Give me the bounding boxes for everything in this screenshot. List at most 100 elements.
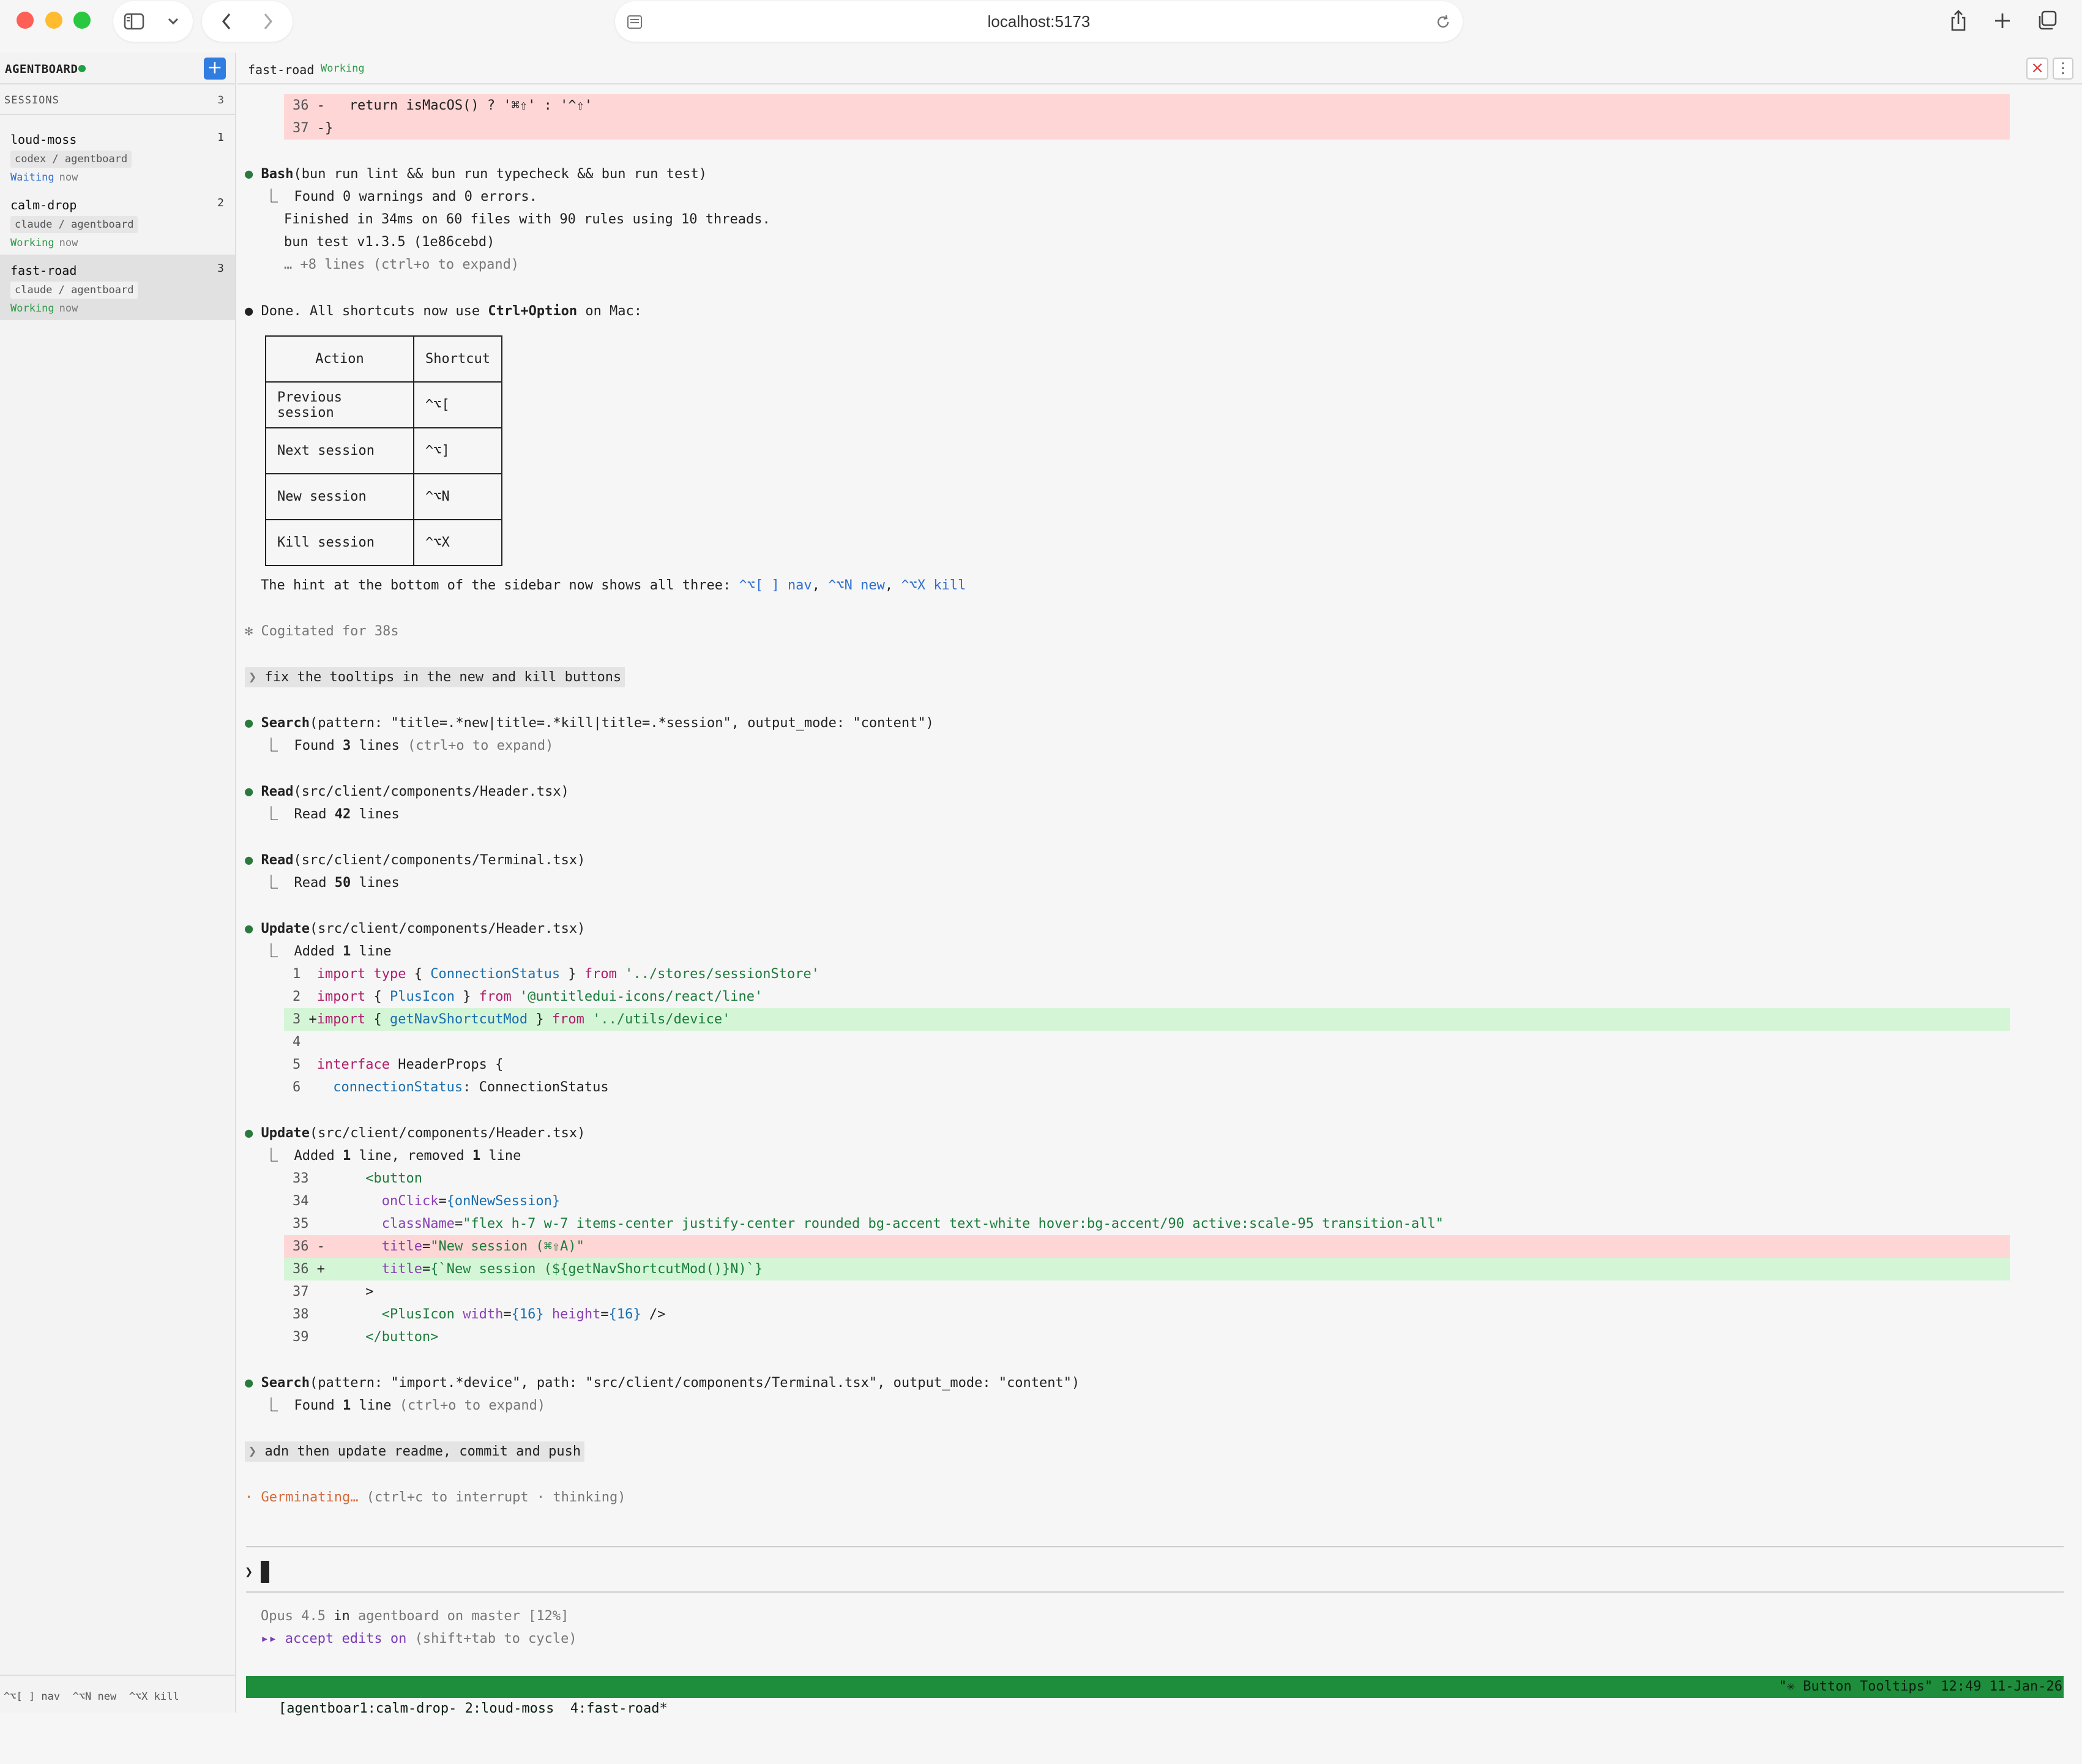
new-tab-icon[interactable] xyxy=(1990,9,2015,33)
table-cell: Next session xyxy=(265,427,414,474)
code-line: 33 <button xyxy=(293,1171,422,1186)
prompt-input[interactable]: ❯ xyxy=(245,1561,253,1583)
app-brand: AGENTBOARD xyxy=(5,62,78,76)
sidebar-header: AGENTBOARD + xyxy=(0,53,235,84)
session-number: 2 xyxy=(217,196,224,209)
table-cell: ^⌥X xyxy=(413,519,502,566)
session-status: Working now xyxy=(10,237,78,249)
table-row: New session ^⌥N xyxy=(265,473,502,520)
close-window-button[interactable] xyxy=(17,12,34,29)
table-header: Action xyxy=(265,335,414,383)
session-time: now xyxy=(59,171,78,184)
sidebar-icon[interactable] xyxy=(122,9,146,34)
shortcut-hint: ^⌥[ ] nav ^⌥N new ^⌥X kill xyxy=(4,1691,179,1703)
diff-line-added: 3 +import { getNavShortcutMod } from '..… xyxy=(293,1012,731,1027)
code-line: 6 connectionStatus: ConnectionStatus xyxy=(293,1080,609,1095)
session-header: fast-road Working × ⋮ xyxy=(237,53,2082,84)
sidebar-toggle-group xyxy=(113,1,193,42)
table-cell: New session xyxy=(265,473,414,520)
code-line: 2 import { PlusIcon } from '@untitledui-… xyxy=(293,989,763,1004)
session-time: now xyxy=(59,302,78,315)
new-session-button[interactable]: + xyxy=(204,58,226,80)
model-status: Opus 4.5 in agentboard on master [12%] xyxy=(261,1609,569,1624)
diff-line-removed: 36 - title="New session (⌘⇧A)" xyxy=(293,1239,584,1254)
session-item-loud-moss[interactable]: loud-moss 1 codex / agentboard Waiting no… xyxy=(0,124,235,189)
diff-line: 36 - return isMacOS() ? '⌘⇧' : '^⇧' xyxy=(293,98,593,113)
session-item-calm-drop[interactable]: calm-drop 2 claude / agentboard Working n… xyxy=(0,189,235,255)
code-line: 38 <PlusIcon width={16} height={16} /> xyxy=(293,1307,666,1322)
minimize-window-button[interactable] xyxy=(45,12,62,29)
sessions-count: 3 xyxy=(217,94,224,107)
tool-output: ⎿ Found 3 lines (ctrl+o to expand) xyxy=(264,738,554,753)
table-cell: ^⌥[ xyxy=(413,381,502,428)
tool-output: ⎿ Read 42 lines xyxy=(264,807,400,822)
more-options-button[interactable]: ⋮ xyxy=(2053,58,2073,80)
back-icon[interactable] xyxy=(214,9,239,34)
diff-line-added: 36 + title={`New session (${getNavShortc… xyxy=(293,1261,763,1277)
tool-output: ⎿ Found 0 warnings and 0 errors. xyxy=(264,189,537,204)
tool-output: bun test v1.3.5 (1e86cebd) xyxy=(284,234,495,250)
kill-session-button[interactable]: × xyxy=(2026,58,2048,80)
share-icon[interactable] xyxy=(1946,7,1971,34)
table-header: Shortcut xyxy=(413,335,502,383)
session-status: Working now xyxy=(10,302,78,315)
table-row: Next session ^⌥] xyxy=(265,427,502,474)
session-agent-tag: codex / agentboard xyxy=(10,151,132,168)
session-status: Waiting now xyxy=(10,171,78,184)
session-time: now xyxy=(59,237,78,249)
sessions-label: SESSIONS xyxy=(4,94,59,107)
session-name: loud-moss xyxy=(10,132,77,147)
address-bar[interactable]: localhost:5173 xyxy=(615,1,1463,42)
session-name: fast-road xyxy=(10,263,77,278)
code-line: 1 import type { ConnectionStatus } from … xyxy=(293,966,820,982)
assistant-message: ● Done. All shortcuts now use Ctrl+Optio… xyxy=(245,304,643,319)
table-row: Kill session ^⌥X xyxy=(265,519,502,566)
session-agent-tag: claude / agentboard xyxy=(10,216,138,233)
input-divider xyxy=(246,1591,2064,1593)
tool-call-read: ● Read(src/client/components/Terminal.ts… xyxy=(245,853,586,868)
thinking-status: · Germinating… (ctrl+c to interrupt · th… xyxy=(245,1490,626,1505)
tool-output: ⎿ Added 1 line, removed 1 line xyxy=(264,1148,521,1164)
session-status-text: Waiting xyxy=(10,171,54,184)
chevron-down-icon[interactable] xyxy=(161,9,185,34)
session-item-fast-road[interactable]: fast-road 3 claude / agentboard Working n… xyxy=(0,255,235,320)
session-title: fast-road xyxy=(248,62,315,77)
code-line: 37 > xyxy=(293,1284,374,1299)
terminal[interactable]: 36 - return isMacOS() ? '⌘⇧' : '^⇧' 37 -… xyxy=(237,86,2082,1716)
code-line: 34 onClick={onNewSession} xyxy=(293,1194,561,1209)
tab-overview-icon[interactable] xyxy=(2035,9,2059,33)
tool-call-update: ● Update(src/client/components/Header.ts… xyxy=(245,921,586,936)
forward-icon[interactable] xyxy=(256,9,280,34)
tool-call-read: ● Read(src/client/components/Header.tsx) xyxy=(245,784,569,799)
tmux-status-bar: [agentboar1:calm-drop- 2:loud-moss 4:fas… xyxy=(246,1676,2064,1716)
session-agent-tag: claude / agentboard xyxy=(10,282,138,299)
tool-call-search: ● Search(pattern: "import.*device", path… xyxy=(245,1375,1080,1391)
connection-status-dot xyxy=(78,65,86,72)
session-status-text: Working xyxy=(10,302,54,315)
session-number: 3 xyxy=(217,262,224,275)
code-line: 35 className="flex h-7 w-7 items-center … xyxy=(293,1216,1444,1231)
table-cell: ^⌥] xyxy=(413,427,502,474)
reload-icon[interactable] xyxy=(1432,11,1454,33)
expand-hint[interactable]: … +8 lines (ctrl+o to expand) xyxy=(284,253,519,276)
session-number: 1 xyxy=(217,131,224,144)
user-prompt: ❯ fix the tooltips in the new and kill b… xyxy=(245,666,625,689)
session-status-text: Working xyxy=(10,237,54,249)
input-divider xyxy=(246,1546,2064,1547)
tmux-windows: [agentboar1:calm-drop- 2:loud-moss 4:fas… xyxy=(278,1701,668,1716)
history-nav xyxy=(202,1,293,42)
sessions-header: SESSIONS 3 xyxy=(0,84,235,115)
tool-output: ⎿ Added 1 line xyxy=(264,944,392,959)
tool-call-update: ● Update(src/client/components/Header.ts… xyxy=(245,1126,586,1141)
diff-line: 37 -} xyxy=(293,121,334,136)
table-header-row: Action Shortcut xyxy=(265,335,502,383)
browser-toolbar: localhost:5173 xyxy=(0,0,2082,53)
table-cell: Kill session xyxy=(265,519,414,566)
code-line: 4 xyxy=(293,1034,301,1050)
table-cell: ^⌥N xyxy=(413,473,502,520)
tmux-right-status: "✳ Button Tooltips" 12:49 11-Jan-26 xyxy=(1778,1679,2062,1694)
tool-output: Finished in 34ms on 60 files with 90 rul… xyxy=(284,212,770,227)
shortcuts-table: Action Shortcut Previous session ^⌥[ Next… xyxy=(265,335,502,566)
zoom-window-button[interactable] xyxy=(73,12,91,29)
tool-call-search: ● Search(pattern: "title=.*new|title=.*k… xyxy=(245,716,934,731)
